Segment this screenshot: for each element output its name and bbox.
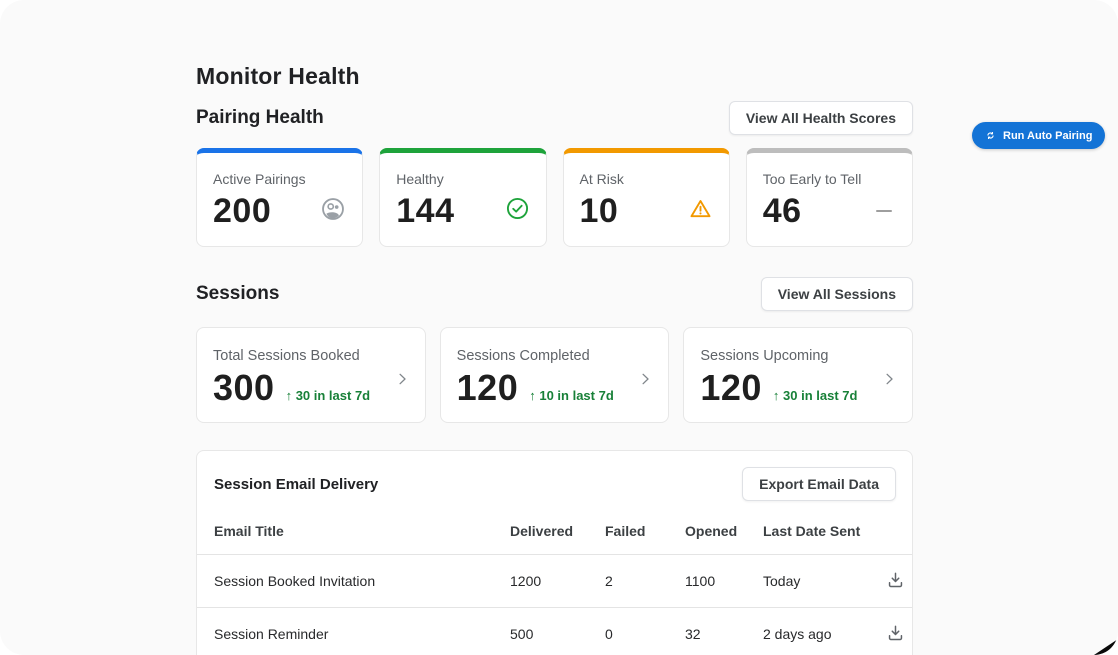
session-card-value: 300 — [213, 370, 275, 406]
column-header-failed: Failed — [605, 523, 685, 539]
stat-value: 46 — [763, 194, 802, 228]
stat-card-healthy: Healthy 144 — [379, 148, 546, 247]
cell-opened: 32 — [685, 626, 763, 642]
session-card-total-booked[interactable]: Total Sessions Booked 300 ↑ 30 in last 7… — [196, 327, 426, 423]
session-card-delta: ↑ 30 in last 7d — [773, 388, 858, 403]
stat-card-at-risk: At Risk 10 — [563, 148, 730, 247]
column-header-last-date-sent: Last Date Sent — [763, 523, 885, 539]
stat-value: 10 — [580, 194, 619, 228]
column-header-email-title: Email Title — [214, 523, 510, 539]
chevron-right-icon[interactable] — [636, 370, 654, 393]
session-card-label: Total Sessions Booked — [213, 348, 409, 364]
session-card-value: 120 — [457, 370, 519, 406]
session-card-delta: ↑ 30 in last 7d — [286, 388, 371, 403]
session-card-delta: ↑ 10 in last 7d — [529, 388, 614, 403]
stat-label: Active Pairings — [213, 171, 346, 187]
warning-icon — [688, 196, 713, 226]
column-header-delivered: Delivered — [510, 523, 605, 539]
view-all-sessions-button[interactable]: View All Sessions — [761, 277, 913, 311]
pairing-health-heading: Pairing Health — [196, 107, 324, 129]
main-content: Monitor Health Pairing Health View All H… — [196, 0, 913, 655]
pairing-health-cards: Active Pairings 200 Healthy — [196, 148, 913, 247]
pairing-health-header: Pairing Health View All Health Scores — [196, 101, 913, 135]
sessions-heading: Sessions — [196, 283, 279, 305]
sync-icon — [985, 130, 996, 141]
column-header-opened: Opened — [685, 523, 763, 539]
table-column-headers: Email Title Delivered Failed Opened Last… — [197, 523, 912, 555]
cell-last-date-sent: Today — [763, 573, 885, 589]
page-title: Monitor Health — [196, 62, 913, 90]
download-icon[interactable] — [885, 623, 906, 645]
stat-label: Healthy — [396, 171, 529, 187]
run-auto-pairing-label: Run Auto Pairing — [1003, 130, 1092, 142]
table-row: Session Booked Invitation 1200 2 1100 To… — [197, 555, 912, 608]
cell-last-date-sent: 2 days ago — [763, 626, 885, 642]
chevron-right-icon[interactable] — [393, 370, 411, 393]
cell-failed: 0 — [605, 626, 685, 642]
cursor-artifact — [1094, 639, 1118, 655]
stat-value: 200 — [213, 194, 271, 228]
stat-value: 144 — [396, 194, 454, 228]
session-card-completed[interactable]: Sessions Completed 120 ↑ 10 in last 7d — [440, 327, 670, 423]
cell-delivered: 1200 — [510, 573, 605, 589]
cell-email-title: Session Reminder — [214, 626, 510, 642]
session-card-value: 120 — [700, 370, 762, 406]
chevron-right-icon[interactable] — [880, 370, 898, 393]
cell-delivered: 500 — [510, 626, 605, 642]
session-email-delivery-card: Session Email Delivery Export Email Data… — [196, 450, 913, 655]
stat-label: Too Early to Tell — [763, 171, 896, 187]
view-all-health-scores-button[interactable]: View All Health Scores — [729, 101, 913, 135]
stat-label: At Risk — [580, 171, 713, 187]
table-row: Session Reminder 500 0 32 2 days ago — [197, 608, 912, 655]
supervised-user-circle-icon — [320, 196, 346, 227]
sessions-cards: Total Sessions Booked 300 ↑ 30 in last 7… — [196, 327, 913, 423]
run-auto-pairing-button[interactable]: Run Auto Pairing — [972, 122, 1105, 149]
stat-card-too-early: Too Early to Tell 46 — [746, 148, 913, 247]
monitor-health-page: Monitor Health Pairing Health View All H… — [0, 0, 1118, 655]
download-icon[interactable] — [885, 570, 906, 592]
cell-failed: 2 — [605, 573, 685, 589]
export-email-data-button[interactable]: Export Email Data — [742, 467, 896, 501]
session-card-label: Sessions Completed — [457, 348, 653, 364]
cell-email-title: Session Booked Invitation — [214, 573, 510, 589]
session-card-label: Sessions Upcoming — [700, 348, 896, 364]
cell-opened: 1100 — [685, 573, 763, 589]
dash-icon — [876, 210, 892, 213]
stat-card-active-pairings: Active Pairings 200 — [196, 148, 363, 247]
session-card-upcoming[interactable]: Sessions Upcoming 120 ↑ 30 in last 7d — [683, 327, 913, 423]
table-title: Session Email Delivery — [214, 476, 378, 493]
check-circle-icon — [505, 196, 530, 226]
sessions-header: Sessions View All Sessions — [196, 277, 913, 311]
